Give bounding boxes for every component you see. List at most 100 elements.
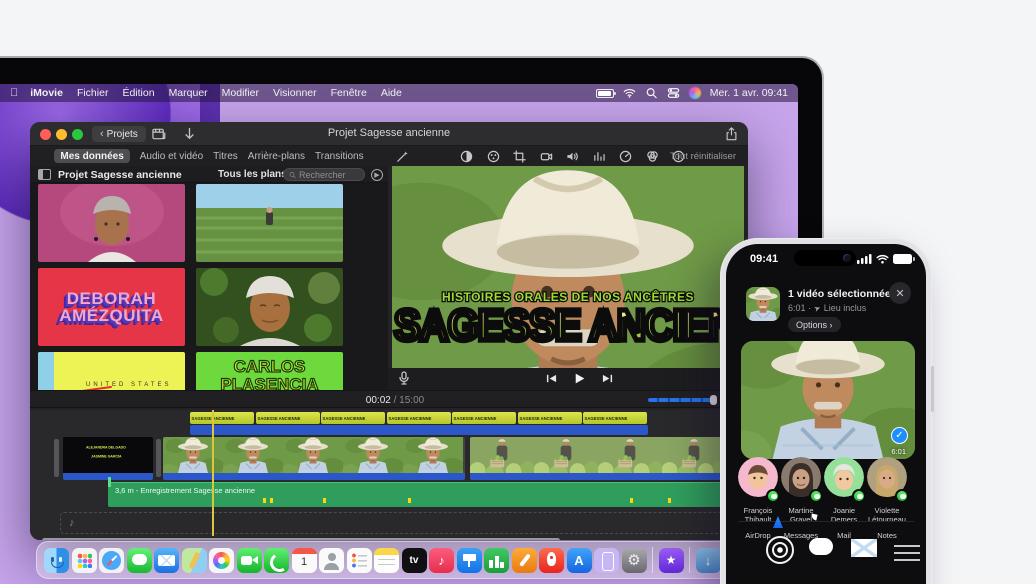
title-clip[interactable]: SAGESSE ANCIENNE bbox=[256, 412, 320, 424]
share-target-messages[interactable]: Messages bbox=[779, 528, 823, 540]
dock-photos-icon[interactable] bbox=[209, 548, 234, 573]
timeline-zoom-slider[interactable] bbox=[648, 398, 714, 402]
selected-video-preview[interactable]: ✓ 6:01 bbox=[741, 341, 915, 459]
filter-play-icon[interactable]: ▶ bbox=[371, 169, 383, 181]
close-share-sheet-button[interactable]: ✕ bbox=[889, 282, 911, 304]
title-clip[interactable]: SAGESSE ANCIENNE bbox=[387, 412, 451, 424]
speed-icon[interactable] bbox=[619, 150, 632, 163]
selected-checkmark-icon[interactable]: ✓ bbox=[891, 427, 908, 444]
menu-fenetre[interactable]: Fenêtre bbox=[331, 87, 367, 99]
share-icon[interactable] bbox=[725, 127, 738, 141]
dock-phone-icon[interactable] bbox=[264, 548, 289, 573]
title-clips-row[interactable]: SAGESSE ANCIENNE SAGESSE ANCIENNE SAGESS… bbox=[190, 412, 648, 424]
share-target-airdrop[interactable]: AirDrop bbox=[736, 528, 780, 540]
dock-music-icon[interactable] bbox=[429, 548, 454, 573]
dock-facetime-icon[interactable] bbox=[237, 548, 262, 573]
siri-icon[interactable] bbox=[689, 87, 701, 99]
garden-video-clip[interactable] bbox=[470, 437, 744, 480]
volume-icon[interactable] bbox=[566, 150, 579, 163]
noise-reduction-icon[interactable] bbox=[593, 150, 606, 163]
menu-modifier[interactable]: Modifier bbox=[222, 87, 259, 99]
dock-mail-icon[interactable] bbox=[154, 548, 179, 573]
dock-calendar-icon[interactable]: 1 bbox=[292, 548, 317, 573]
menu-edition[interactable]: Édition bbox=[122, 87, 154, 99]
avatar[interactable] bbox=[781, 484, 821, 501]
search-icon[interactable] bbox=[645, 87, 658, 99]
tab-audio-video[interactable]: Audio et vidéo bbox=[140, 151, 203, 162]
battery-icon[interactable] bbox=[596, 89, 614, 98]
wifi-icon[interactable] bbox=[623, 87, 636, 99]
dock-imovie-icon[interactable] bbox=[659, 548, 684, 573]
dock-appletv-icon[interactable]: tv bbox=[402, 548, 427, 573]
contact-francois[interactable]: FrançoisThibault bbox=[736, 457, 780, 524]
dock-safari-icon[interactable] bbox=[99, 548, 124, 573]
playhead[interactable] bbox=[212, 410, 214, 536]
title-clip[interactable]: SAGESSE ANCIENNE bbox=[321, 412, 385, 424]
dock-maps-icon[interactable] bbox=[182, 548, 207, 573]
clip-trim-handle[interactable] bbox=[156, 439, 161, 477]
dock-notes-icon[interactable] bbox=[374, 548, 399, 573]
credits-clip[interactable]: ALEJANDRA DELGADO JASMINE GARCIA ALEJAND… bbox=[63, 437, 153, 480]
avatar[interactable] bbox=[867, 484, 907, 501]
dock-iphone-mirroring-icon[interactable] bbox=[594, 548, 619, 573]
share-target-mail[interactable]: Mail bbox=[822, 528, 866, 540]
options-button[interactable]: Options › bbox=[788, 317, 841, 332]
contact-joanie[interactable]: JoanieDemers bbox=[822, 457, 866, 524]
microphone-icon[interactable] bbox=[398, 371, 410, 386]
play-icon[interactable] bbox=[573, 372, 586, 385]
audio-clip[interactable]: 3,6 m - Enregistrement Sagesse ancienne bbox=[108, 482, 744, 507]
share-target-notes[interactable]: Notes bbox=[865, 528, 909, 540]
dock-launchpad-icon[interactable] bbox=[72, 548, 97, 573]
color-balance-icon[interactable] bbox=[460, 150, 473, 163]
menu-fichier[interactable]: Fichier bbox=[77, 87, 109, 99]
sidebar-toggle-icon[interactable] bbox=[38, 169, 51, 180]
dock-downloads-icon[interactable] bbox=[696, 548, 721, 573]
dock-rocket-app-icon[interactable] bbox=[539, 548, 564, 573]
crop-icon[interactable] bbox=[513, 150, 526, 163]
dock-reminders-icon[interactable] bbox=[347, 548, 372, 573]
dock-finder-icon[interactable] bbox=[44, 548, 69, 573]
title-card-deborah[interactable]: DEBORAH AMÉZQUITA bbox=[38, 268, 185, 346]
tab-titres[interactable]: Titres bbox=[213, 151, 238, 162]
title-clip[interactable]: SAGESSE ANCIENNE bbox=[190, 412, 254, 424]
menu-visionner[interactable]: Visionner bbox=[273, 87, 317, 99]
apple-menu-icon[interactable]:  bbox=[10, 87, 18, 99]
dock-keynote-icon[interactable] bbox=[457, 548, 482, 573]
dock-numbers-icon[interactable] bbox=[484, 548, 509, 573]
menu-aide[interactable]: Aide bbox=[381, 87, 402, 99]
video-preview[interactable]: HISTOIRES ORALES DE NOS ANCÊTRES SAGESSE… bbox=[392, 166, 744, 368]
menu-imovie[interactable]: iMovie bbox=[30, 87, 63, 99]
contact-violette[interactable]: VioletteLétourneau bbox=[865, 457, 909, 524]
skip-back-icon[interactable] bbox=[546, 373, 557, 384]
background-music-well[interactable]: ♪ bbox=[60, 512, 724, 534]
filters-icon[interactable] bbox=[646, 150, 659, 163]
clip-thumbnail-farm-field[interactable] bbox=[196, 184, 343, 262]
dock-pages-icon[interactable] bbox=[512, 548, 537, 573]
timeline[interactable]: SAGESSE ANCIENNE SAGESSE ANCIENNE SAGESS… bbox=[30, 410, 748, 540]
title-clip[interactable]: SAGESSE ANCIENNE bbox=[452, 412, 516, 424]
title-clip[interactable]: SAGESSE ANCIENNE bbox=[518, 412, 582, 424]
avatar[interactable] bbox=[738, 484, 778, 501]
dock-messages-icon[interactable] bbox=[127, 548, 152, 573]
tab-mes-donnees[interactable]: Mes données bbox=[54, 149, 129, 163]
clip-trim-handle[interactable] bbox=[54, 439, 59, 477]
dock-appstore-icon[interactable] bbox=[567, 548, 592, 573]
avatar[interactable] bbox=[824, 484, 864, 501]
clip-thumbnail-woman-pink[interactable] bbox=[38, 184, 185, 262]
window-titlebar[interactable]: ‹Projets Projet Sagesse ancienne bbox=[30, 122, 748, 146]
timeline-scrollbar[interactable] bbox=[42, 538, 560, 540]
search-field[interactable] bbox=[283, 168, 365, 181]
iphone-side-button[interactable] bbox=[931, 366, 934, 412]
tab-transitions[interactable]: Transitions bbox=[315, 151, 364, 162]
main-video-clip[interactable] bbox=[163, 437, 465, 480]
dock-system-settings-icon[interactable] bbox=[622, 548, 647, 573]
color-correction-icon[interactable] bbox=[487, 150, 500, 163]
menu-clock[interactable]: Mer. 1 avr. 09:41 bbox=[710, 87, 788, 99]
clip-thumbnail-elder-woman[interactable] bbox=[196, 268, 343, 346]
stabilization-icon[interactable] bbox=[540, 150, 553, 163]
enhance-wand-icon[interactable] bbox=[396, 150, 409, 168]
title-clip[interactable]: SAGESSE ANCIENNE bbox=[583, 412, 647, 424]
zoom-slider-knob[interactable] bbox=[710, 395, 717, 405]
skip-forward-icon[interactable] bbox=[602, 373, 613, 384]
reset-all-button[interactable]: Tout réinitialiser bbox=[670, 151, 736, 162]
